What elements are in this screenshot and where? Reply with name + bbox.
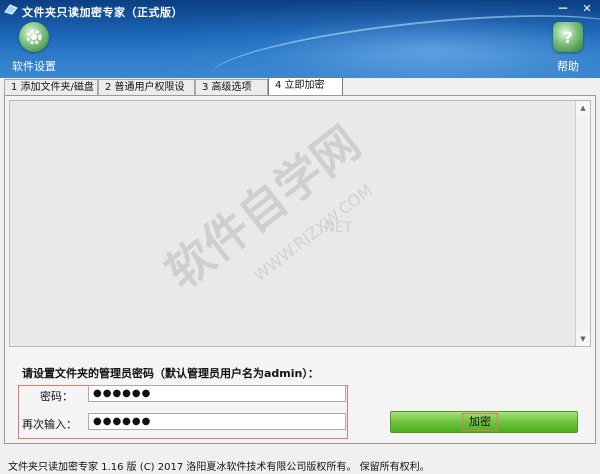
- password-label: 密码：: [40, 390, 73, 403]
- password-prompt: 请设置文件夹的管理员密码（默认管理员用户名为admin）：: [22, 367, 319, 380]
- vertical-scrollbar[interactable]: ▲ ▼: [575, 101, 590, 346]
- status-bar: 文件夹只读加密专家 1.16 版 (C) 2017 洛阳夏冰软件技术有限公司版权…: [8, 462, 430, 473]
- settings-label: 软件设置: [12, 60, 56, 73]
- scroll-down-icon[interactable]: ▼: [576, 332, 590, 346]
- confirm-password-label: 再次输入：: [22, 418, 77, 431]
- header-banner: 文件夹只读加密专家（正式版） － ✕ 软件设置 ? 帮助: [0, 0, 600, 78]
- minimize-button[interactable]: －: [556, 2, 570, 16]
- gear-icon: [19, 22, 49, 52]
- encrypt-button-label: 加密: [462, 413, 498, 431]
- app-logo-icon: [4, 4, 18, 15]
- tab-bar: 1 添加文件夹/磁盘 2 普通用户权限设置 3 高级选项 4 立即加密: [0, 77, 600, 109]
- tab-user-permissions[interactable]: 2 普通用户权限设置: [98, 79, 195, 109]
- password-field[interactable]: ●●●●●●: [88, 385, 346, 402]
- window-title: 文件夹只读加密专家（正式版）: [22, 6, 183, 19]
- confirm-password-field[interactable]: ●●●●●●: [88, 413, 346, 430]
- help-button[interactable]: ? 帮助: [538, 22, 598, 74]
- tab-add-folder[interactable]: 1 添加文件夹/磁盘: [4, 79, 98, 95]
- window-controls: － ✕: [556, 2, 594, 16]
- scroll-up-icon[interactable]: ▲: [576, 101, 590, 115]
- encrypt-button[interactable]: 加密: [390, 411, 578, 433]
- close-button[interactable]: ✕: [580, 2, 594, 16]
- help-icon: ?: [553, 22, 583, 52]
- settings-button[interactable]: 软件设置: [4, 22, 64, 74]
- help-label: 帮助: [557, 60, 579, 73]
- tab-encrypt-now[interactable]: 4 立即加密: [268, 77, 343, 95]
- watermark-net: .NET: [320, 220, 353, 236]
- tab-advanced[interactable]: 3 高级选项: [195, 79, 268, 95]
